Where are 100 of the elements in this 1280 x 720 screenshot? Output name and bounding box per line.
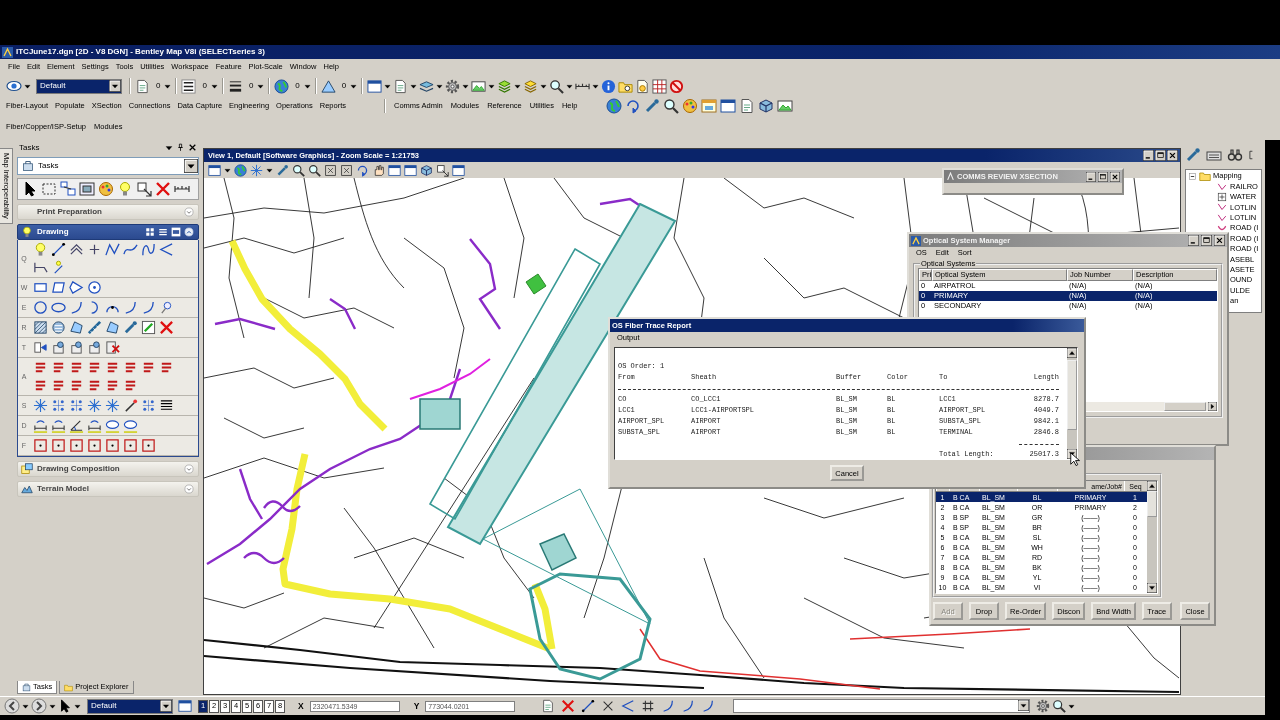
arc-icon[interactable]: [69, 300, 84, 315]
text-lines-icon[interactable]: [159, 360, 174, 375]
angle-bracket-icon[interactable]: [159, 242, 174, 257]
text-lines-icon[interactable]: [87, 360, 102, 375]
caret-icon[interactable]: [224, 166, 231, 174]
text-lines-icon[interactable]: [105, 378, 120, 393]
ellipse-dimension-icon[interactable]: [123, 418, 138, 433]
box-circle-icon[interactable]: [87, 340, 102, 355]
arc-icon[interactable]: [701, 699, 716, 713]
box-circle-icon[interactable]: [51, 340, 66, 355]
striped-line-icon[interactable]: [87, 320, 102, 335]
filled-shape-icon[interactable]: [105, 320, 120, 335]
sparkle-icon[interactable]: [33, 398, 48, 413]
x-mark-icon[interactable]: [561, 699, 576, 713]
scrollbar-thumb[interactable]: [1067, 360, 1077, 430]
text-lines-icon[interactable]: [123, 360, 138, 375]
point-grid-icon[interactable]: [69, 398, 84, 413]
key-in-field[interactable]: [733, 699, 1031, 713]
caret-icon[interactable]: [22, 702, 29, 710]
caret-icon[interactable]: [165, 143, 173, 152]
arc-icon[interactable]: [141, 300, 156, 315]
rectangle-icon[interactable]: [33, 280, 48, 295]
text-lines-icon[interactable]: [33, 378, 48, 393]
rotate-icon[interactable]: [356, 163, 369, 177]
caret-icon[interactable]: [303, 82, 311, 90]
slash-box-icon[interactable]: [141, 320, 156, 335]
document-icon[interactable]: [739, 97, 755, 114]
section-header[interactable]: Print Preparation: [17, 204, 199, 220]
rotate-icon[interactable]: [625, 97, 641, 114]
panel-view-icon[interactable]: [171, 227, 181, 237]
document-icon[interactable]: [541, 699, 556, 713]
magnifier-icon[interactable]: [1052, 699, 1067, 713]
vertical-scrollbar[interactable]: [1147, 481, 1157, 593]
ellipse-dimension-icon[interactable]: [105, 418, 120, 433]
move-icon[interactable]: [136, 181, 152, 197]
move-icon[interactable]: [436, 163, 449, 177]
caret-icon[interactable]: [592, 82, 600, 90]
chevrons-icon[interactable]: [69, 242, 84, 257]
pen-icon[interactable]: [644, 97, 660, 114]
polyline-icon[interactable]: [105, 242, 120, 257]
x-mark-icon[interactable]: [155, 181, 171, 197]
text-lines-icon[interactable]: [123, 378, 138, 393]
maximize-icon[interactable]: [1155, 150, 1166, 161]
cube-icon[interactable]: [758, 97, 774, 114]
crossed-box-icon[interactable]: [324, 163, 337, 177]
point-grid-icon[interactable]: [51, 398, 66, 413]
text-lines-icon[interactable]: [33, 360, 48, 375]
caret-icon[interactable]: [24, 82, 31, 90]
arc-icon[interactable]: [661, 699, 676, 713]
collapse-chevron-icon[interactable]: [184, 227, 194, 237]
caret-icon[interactable]: [49, 702, 56, 710]
scrollbar-thumb[interactable]: [1147, 491, 1157, 517]
frame-icon[interactable]: [87, 438, 102, 453]
scroll-up-icon[interactable]: [1067, 348, 1077, 358]
back-icon[interactable]: [4, 698, 20, 714]
connector-icon[interactable]: [33, 260, 48, 275]
forward-icon[interactable]: [31, 698, 47, 714]
sparkle-icon[interactable]: [87, 398, 102, 413]
caret-icon[interactable]: [410, 82, 418, 90]
circle-icon[interactable]: [33, 300, 48, 315]
text-lines-icon[interactable]: [87, 378, 102, 393]
box-x-mark-icon[interactable]: [105, 340, 120, 355]
dimension-icon[interactable]: [33, 418, 48, 433]
document-icon[interactable]: [393, 78, 409, 94]
stack-icon[interactable]: [523, 78, 539, 94]
window-icon[interactable]: [208, 163, 221, 177]
frame-icon[interactable]: [33, 438, 48, 453]
level-dropdown[interactable]: Default: [36, 78, 122, 94]
ring-icon[interactable]: [87, 280, 102, 295]
dropdown-arrow-icon[interactable]: [184, 159, 198, 173]
line-icon[interactable]: [51, 242, 66, 257]
eye-icon[interactable]: [6, 78, 22, 94]
sparkle-icon[interactable]: [105, 398, 120, 413]
fence-icon[interactable]: [79, 181, 95, 197]
document-icon[interactable]: [635, 78, 651, 94]
close-icon[interactable]: [188, 143, 197, 152]
gear-icon[interactable]: [1036, 699, 1051, 713]
pen-icon[interactable]: [276, 163, 289, 177]
magnifier-icon[interactable]: [549, 78, 565, 94]
grid-icon[interactable]: [652, 78, 668, 94]
magnifier-icon[interactable]: [308, 163, 321, 177]
collapse-icon[interactable]: [1188, 171, 1197, 181]
caret-icon[interactable]: [436, 82, 444, 90]
section-header[interactable]: Terrain Model: [17, 481, 199, 497]
dropdown-arrow-icon[interactable]: [1018, 700, 1030, 711]
prohibited-icon[interactable]: [669, 78, 685, 94]
caret-icon[interactable]: [488, 82, 496, 90]
document-icon[interactable]: [135, 78, 150, 94]
frame-icon[interactable]: [141, 438, 156, 453]
dropdown-arrow-icon[interactable]: [160, 700, 172, 712]
element-selection-icon[interactable]: [60, 181, 76, 197]
window-icon[interactable]: [404, 163, 417, 177]
angle-icon[interactable]: [69, 418, 84, 433]
section-header[interactable]: Drawing Composition: [17, 461, 199, 477]
globe-icon[interactable]: [606, 97, 622, 114]
palette-icon[interactable]: [98, 181, 114, 197]
pin-icon[interactable]: [176, 143, 185, 152]
window-icon[interactable]: [388, 163, 401, 177]
text-lines-icon[interactable]: [51, 378, 66, 393]
box-circle-icon[interactable]: [69, 340, 84, 355]
